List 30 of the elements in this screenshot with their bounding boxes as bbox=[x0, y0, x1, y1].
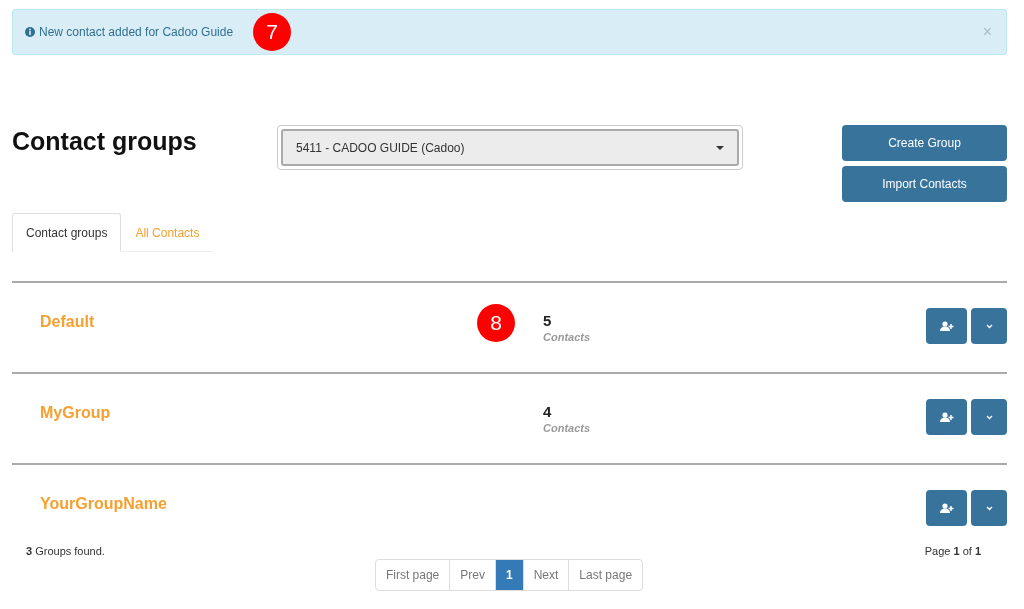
contact-count: 4 bbox=[543, 403, 552, 420]
count-label: Contacts bbox=[543, 422, 591, 434]
action-button[interactable]: Import Contacts bbox=[842, 166, 1007, 202]
chevron-down-icon bbox=[985, 505, 993, 511]
page-link[interactable]: Prev bbox=[449, 559, 496, 591]
callout-marker: 8 bbox=[477, 304, 515, 342]
page-indicator: Page 1 of 1 bbox=[924, 545, 981, 557]
user-plus-icon bbox=[939, 503, 954, 513]
account-select[interactable]: 5411 - CADOO GUIDE (Cadoo) bbox=[281, 129, 739, 166]
count-label: Contacts bbox=[543, 331, 591, 343]
groups-found-text: 3 Groups found. bbox=[26, 545, 105, 557]
action-button[interactable]: Create Group bbox=[842, 125, 1007, 161]
alert-message: New contact added for Cadoo Guide bbox=[25, 25, 234, 39]
info-icon bbox=[25, 27, 35, 37]
user-plus-icon bbox=[939, 412, 954, 422]
user-plus-icon bbox=[939, 321, 954, 331]
caret-icon bbox=[716, 145, 724, 150]
page-link[interactable]: Last page bbox=[568, 559, 644, 591]
add-contact-button[interactable] bbox=[926, 399, 967, 435]
callout-marker: 7 bbox=[253, 13, 292, 51]
tab[interactable]: Contact groups bbox=[12, 213, 122, 252]
contact-count: 5 bbox=[543, 312, 552, 329]
page-link[interactable]: 1 bbox=[494, 559, 524, 591]
page-link[interactable]: First page bbox=[374, 559, 451, 591]
add-contact-button[interactable] bbox=[926, 490, 967, 526]
page-link[interactable]: Next bbox=[522, 559, 570, 591]
chevron-down-icon bbox=[985, 414, 993, 420]
chevron-down-icon bbox=[985, 323, 993, 329]
page-title: Contact groups bbox=[12, 126, 198, 156]
add-contact-button[interactable] bbox=[926, 308, 967, 344]
